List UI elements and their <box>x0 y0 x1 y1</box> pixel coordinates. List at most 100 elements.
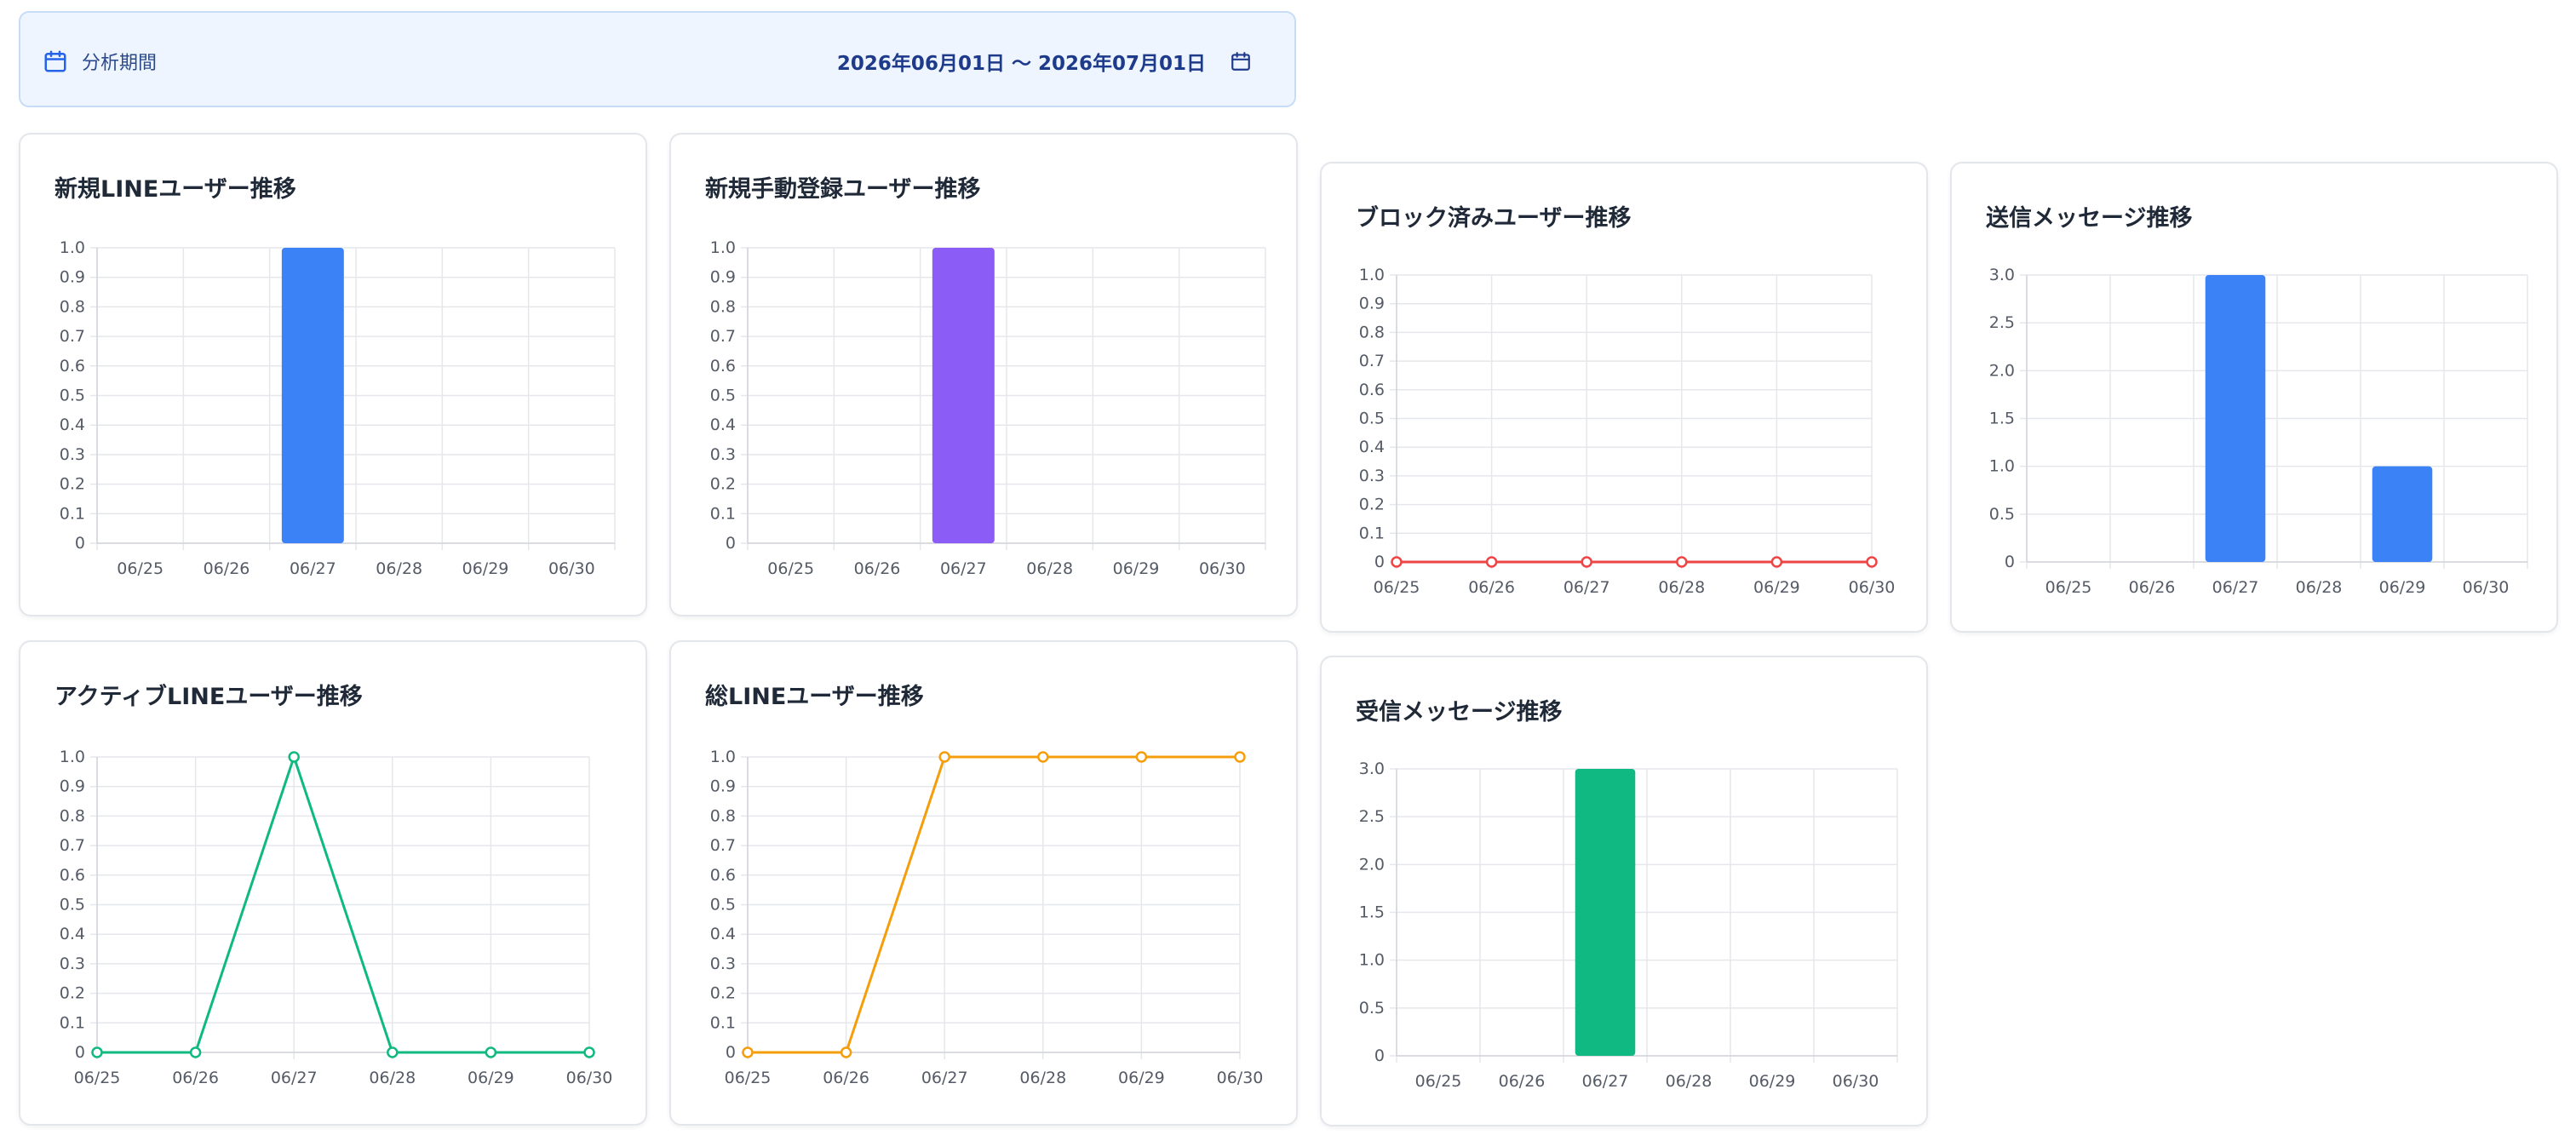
x-tick-label: 06/26 <box>1468 578 1515 597</box>
x-tick-label: 06/27 <box>921 1069 968 1087</box>
y-tick-label: 0.1 <box>60 504 85 523</box>
data-point <box>1676 556 1688 568</box>
data-point <box>1234 751 1246 763</box>
data-point <box>938 751 950 763</box>
y-tick-label: 0 <box>726 534 736 553</box>
blocked-users-chart: 0 0.1 0.2 0.3 0.4 0.5 0.6 0.7 0.8 0.9 1.0 06/25 06/2… <box>1359 266 1896 597</box>
data-point <box>189 1046 202 1058</box>
y-tick-label: 0.4 <box>60 416 85 434</box>
y-tick-label: 0.7 <box>710 836 736 855</box>
y-tick-label: 0.3 <box>60 954 85 973</box>
data-point <box>1485 556 1498 568</box>
x-tick-label: 06/30 <box>1217 1069 1264 1087</box>
data-point <box>288 751 300 763</box>
y-tick-label: 0.4 <box>60 925 85 943</box>
y-tick-label: 1.0 <box>1989 457 2015 476</box>
x-tick-label: 06/26 <box>172 1069 219 1087</box>
y-tick-label: 2.0 <box>1359 855 1385 874</box>
y-tick-label: 0.1 <box>60 1013 85 1032</box>
y-tick-label: 0.7 <box>710 327 736 346</box>
calendar-picker-icon[interactable] <box>1230 50 1252 72</box>
x-tick-label: 06/30 <box>1833 1072 1879 1091</box>
y-tick-label: 0.8 <box>710 806 736 825</box>
y-tick-label: 2.5 <box>1989 313 2015 332</box>
x-tick-label: 06/28 <box>1019 1069 1066 1087</box>
y-tick-label: 0.3 <box>710 445 736 464</box>
y-tick-label: 0.5 <box>1989 505 2015 524</box>
x-tick-label: 06/25 <box>1415 1072 1462 1091</box>
x-tick-label: 06/28 <box>2296 578 2343 597</box>
y-tick-label: 0.4 <box>710 416 736 434</box>
x-tick-label: 06/25 <box>1374 578 1420 597</box>
x-tick-label: 06/26 <box>1499 1072 1546 1091</box>
period-range-group[interactable]: 2026年06月01日 〜 2026年07月01日 <box>837 13 1252 109</box>
y-tick-label: 0 <box>2005 553 2015 571</box>
data-point <box>91 1046 103 1058</box>
x-tick-label: 06/25 <box>767 559 814 578</box>
y-tick-label: 0.3 <box>710 954 736 973</box>
x-tick-label: 06/25 <box>74 1069 121 1087</box>
y-tick-label: 0.1 <box>1359 524 1385 542</box>
y-tick-label: 1.0 <box>710 748 736 766</box>
chart-grid <box>90 247 616 550</box>
y-tick-label: 0.6 <box>60 357 85 375</box>
y-tick-label: 0.6 <box>710 357 736 375</box>
chart-card-total-line-users: 総LINEユーザー推移 0 0.1 0.2 0.3 0.4 0.5 0.6 0.7 0.8 0.9… <box>669 640 1298 1126</box>
x-tick-label: 06/29 <box>2379 578 2426 597</box>
y-tick-label: 0.9 <box>710 777 736 796</box>
y-tick-label: 0.4 <box>710 925 736 943</box>
y-tick-label: 0.8 <box>60 297 85 316</box>
x-tick-label: 06/27 <box>1563 578 1610 597</box>
y-tick-label: 1.0 <box>1359 266 1385 284</box>
x-tick-label: 06/27 <box>271 1069 318 1087</box>
y-tick-label: 2.5 <box>1359 807 1385 826</box>
y-tick-label: 0.8 <box>1359 323 1385 341</box>
x-tick-label: 06/29 <box>1118 1069 1165 1087</box>
x-tick-label: 06/26 <box>204 559 250 578</box>
x-tick-label: 06/29 <box>462 559 509 578</box>
y-tick-label: 0.2 <box>1359 496 1385 514</box>
data-point <box>1037 751 1049 763</box>
y-tick-label: 1.5 <box>1989 410 2015 428</box>
y-tick-label: 0.5 <box>1359 410 1385 428</box>
total-line-users-chart: 0 0.1 0.2 0.3 0.4 0.5 0.6 0.7 0.8 0.9 1.0 06/25 06/2… <box>710 748 1264 1087</box>
y-tick-label: 0.9 <box>710 268 736 287</box>
chart-card-active-line-users: アクティブLINEユーザー推移 0 0.1 0.2 0.3 0.4 0.5 0.6 0.7 0.… <box>19 640 647 1126</box>
data-point <box>583 1046 595 1058</box>
y-tick-label: 0.7 <box>1359 352 1385 370</box>
calendar-icon <box>43 49 68 74</box>
x-tick-label: 06/30 <box>1199 559 1246 578</box>
period-label: 分析期間 <box>82 52 158 74</box>
chart-card-sent-messages: 送信メッセージ推移 0 0.5 1.0 1.5 2.0 2.5 3.0 06/25 06/26 0… <box>1950 162 2558 633</box>
y-tick-label: 0.5 <box>60 387 85 405</box>
x-tick-label: 06/26 <box>854 559 901 578</box>
bar <box>1575 769 1636 1056</box>
x-tick-label: 06/26 <box>823 1069 869 1087</box>
chart-grid <box>741 247 1266 550</box>
y-tick-label: 0.6 <box>60 866 85 885</box>
x-tick-label: 06/27 <box>2212 578 2259 597</box>
y-tick-label: 1.5 <box>1359 903 1385 922</box>
x-tick-label: 06/29 <box>1753 578 1800 597</box>
y-tick-label: 0 <box>726 1043 736 1062</box>
sent-messages-chart: 0 0.5 1.0 1.5 2.0 2.5 3.0 06/25 06/26 06/27 06/28 0… <box>1989 266 2528 597</box>
y-tick-label: 2.0 <box>1989 361 2015 380</box>
y-tick-label: 0.9 <box>60 777 85 796</box>
new-line-users-chart: 0 0.1 0.2 0.3 0.4 0.5 0.6 0.7 0.8 0.9 1.0 06/25 06/2… <box>60 238 616 578</box>
x-tick-label: 06/29 <box>468 1069 514 1087</box>
bar <box>2372 466 2433 562</box>
y-tick-label: 0.1 <box>710 1013 736 1032</box>
chart-card-received-messages: 受信メッセージ推移 0 0.5 1.0 1.5 2.0 2.5 3.0 06/25 06/26 0… <box>1320 656 1928 1126</box>
data-point <box>742 1046 754 1058</box>
x-tick-label: 06/28 <box>1026 559 1073 578</box>
chart-grid <box>741 756 1241 1059</box>
y-tick-label: 0.8 <box>710 297 736 316</box>
period-range-text[interactable]: 2026年06月01日 〜 2026年07月01日 <box>837 47 1206 76</box>
y-tick-label: 0.5 <box>710 387 736 405</box>
x-tick-label: 06/30 <box>566 1069 613 1087</box>
chart-card-new-line-users: 新規LINEユーザー推移 0 0.1 0.2 0.3 0.4 0.5 0.6 0.7 0.8 0.… <box>19 133 647 616</box>
y-tick-label: 0.9 <box>60 268 85 287</box>
x-tick-label: 06/25 <box>2045 578 2092 597</box>
y-tick-label: 0.9 <box>1359 295 1385 313</box>
y-tick-label: 0.5 <box>60 896 85 914</box>
